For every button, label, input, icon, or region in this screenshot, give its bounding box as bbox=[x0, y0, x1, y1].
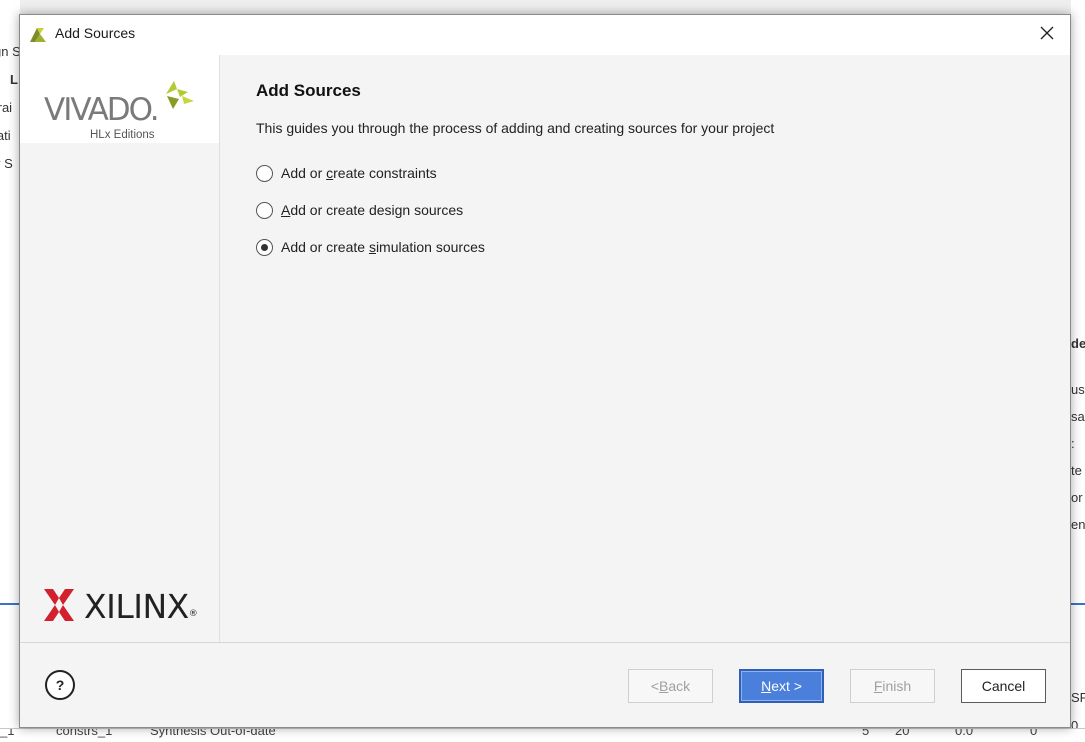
radio-label: Add or create design sources bbox=[281, 202, 464, 218]
dialog-sidebar: VIVADO. HLx Editions XILINX® bbox=[20, 55, 220, 642]
background-text: sa bbox=[1071, 409, 1085, 424]
background-text: 0 bbox=[1030, 728, 1038, 738]
background-right-panel: de us sa : te or en SP 0 bbox=[1071, 0, 1085, 742]
background-text: _1 bbox=[0, 728, 15, 738]
close-button[interactable] bbox=[1024, 15, 1070, 53]
background-text: lati bbox=[0, 128, 11, 143]
xilinx-logo-text: XILINX® bbox=[84, 587, 198, 626]
vivado-logo-text: VIVADO. bbox=[44, 92, 160, 128]
radio-add-simulation-sources[interactable]: Add or create simulation sources bbox=[256, 236, 485, 258]
dialog-content: Add Sources This guides you through the … bbox=[220, 55, 1070, 642]
background-divider bbox=[1071, 603, 1085, 605]
dialog-titlebar[interactable]: Add Sources bbox=[20, 15, 1070, 53]
vivado-logo: VIVADO. HLx Editions bbox=[44, 80, 199, 142]
radio-button[interactable] bbox=[256, 164, 273, 182]
background-divider bbox=[0, 603, 20, 605]
background-text: 20 bbox=[895, 728, 910, 738]
background-text: te bbox=[1071, 463, 1082, 478]
background-text: trai bbox=[0, 100, 13, 115]
vivado-app-icon bbox=[28, 24, 48, 44]
sidebar-logo-area: VIVADO. HLx Editions bbox=[20, 55, 219, 143]
help-button[interactable]: ? bbox=[45, 670, 75, 700]
background-text: gn S bbox=[0, 44, 20, 59]
radio-button-selected[interactable] bbox=[256, 238, 273, 256]
background-text: y S bbox=[0, 156, 13, 171]
dialog-body: VIVADO. HLx Editions XILINX® Add Sources… bbox=[20, 55, 1070, 727]
page-title: Add Sources bbox=[256, 81, 361, 100]
vivado-leaf-icon bbox=[162, 80, 196, 110]
background-text: 0.0 bbox=[955, 728, 974, 738]
background-text: en bbox=[1071, 517, 1085, 532]
dialog-title: Add Sources bbox=[55, 25, 136, 41]
background-left-panel: gn S L trai lati y S bbox=[0, 0, 20, 742]
background-text: us bbox=[1071, 382, 1085, 397]
background-text: SP bbox=[1071, 690, 1085, 705]
background-text: 5 bbox=[862, 728, 870, 738]
xilinx-logo: XILINX® bbox=[44, 585, 204, 626]
back-button[interactable]: < Back bbox=[628, 669, 713, 703]
background-text: constrs_1 bbox=[56, 728, 113, 738]
page-description: This guides you through the process of a… bbox=[256, 120, 775, 136]
radio-label: Add or create simulation sources bbox=[281, 239, 485, 255]
xilinx-mark-icon bbox=[44, 589, 74, 624]
dialog-footer: ? < Back Next > Finish Cancel bbox=[20, 642, 1070, 727]
background-text: Synthesis Out-of-date bbox=[150, 728, 276, 738]
radio-button[interactable] bbox=[256, 201, 273, 219]
add-sources-dialog: Add Sources VIVADO. HLx Editions XILINX®… bbox=[19, 14, 1071, 728]
radio-label: Add or create constraints bbox=[281, 165, 437, 181]
background-table-row: _1 constrs_1 Synthesis Out-of-date 5 20 … bbox=[0, 728, 1085, 742]
finish-button[interactable]: Finish bbox=[850, 669, 935, 703]
radio-add-constraints[interactable]: Add or create constraints bbox=[256, 162, 437, 184]
background-text: or bbox=[1071, 490, 1083, 505]
background-text: de bbox=[1071, 336, 1085, 351]
next-button[interactable]: Next > bbox=[739, 669, 824, 703]
radio-add-design-sources[interactable]: Add or create design sources bbox=[256, 199, 463, 221]
vivado-logo-subtitle: HLx Editions bbox=[90, 129, 155, 141]
close-icon bbox=[1040, 26, 1054, 43]
cancel-button[interactable]: Cancel bbox=[961, 669, 1046, 703]
radio-selected-dot bbox=[261, 243, 268, 251]
background-text: L bbox=[10, 72, 18, 87]
background-text: : bbox=[1071, 436, 1075, 451]
background-toolbar bbox=[0, 0, 1085, 15]
